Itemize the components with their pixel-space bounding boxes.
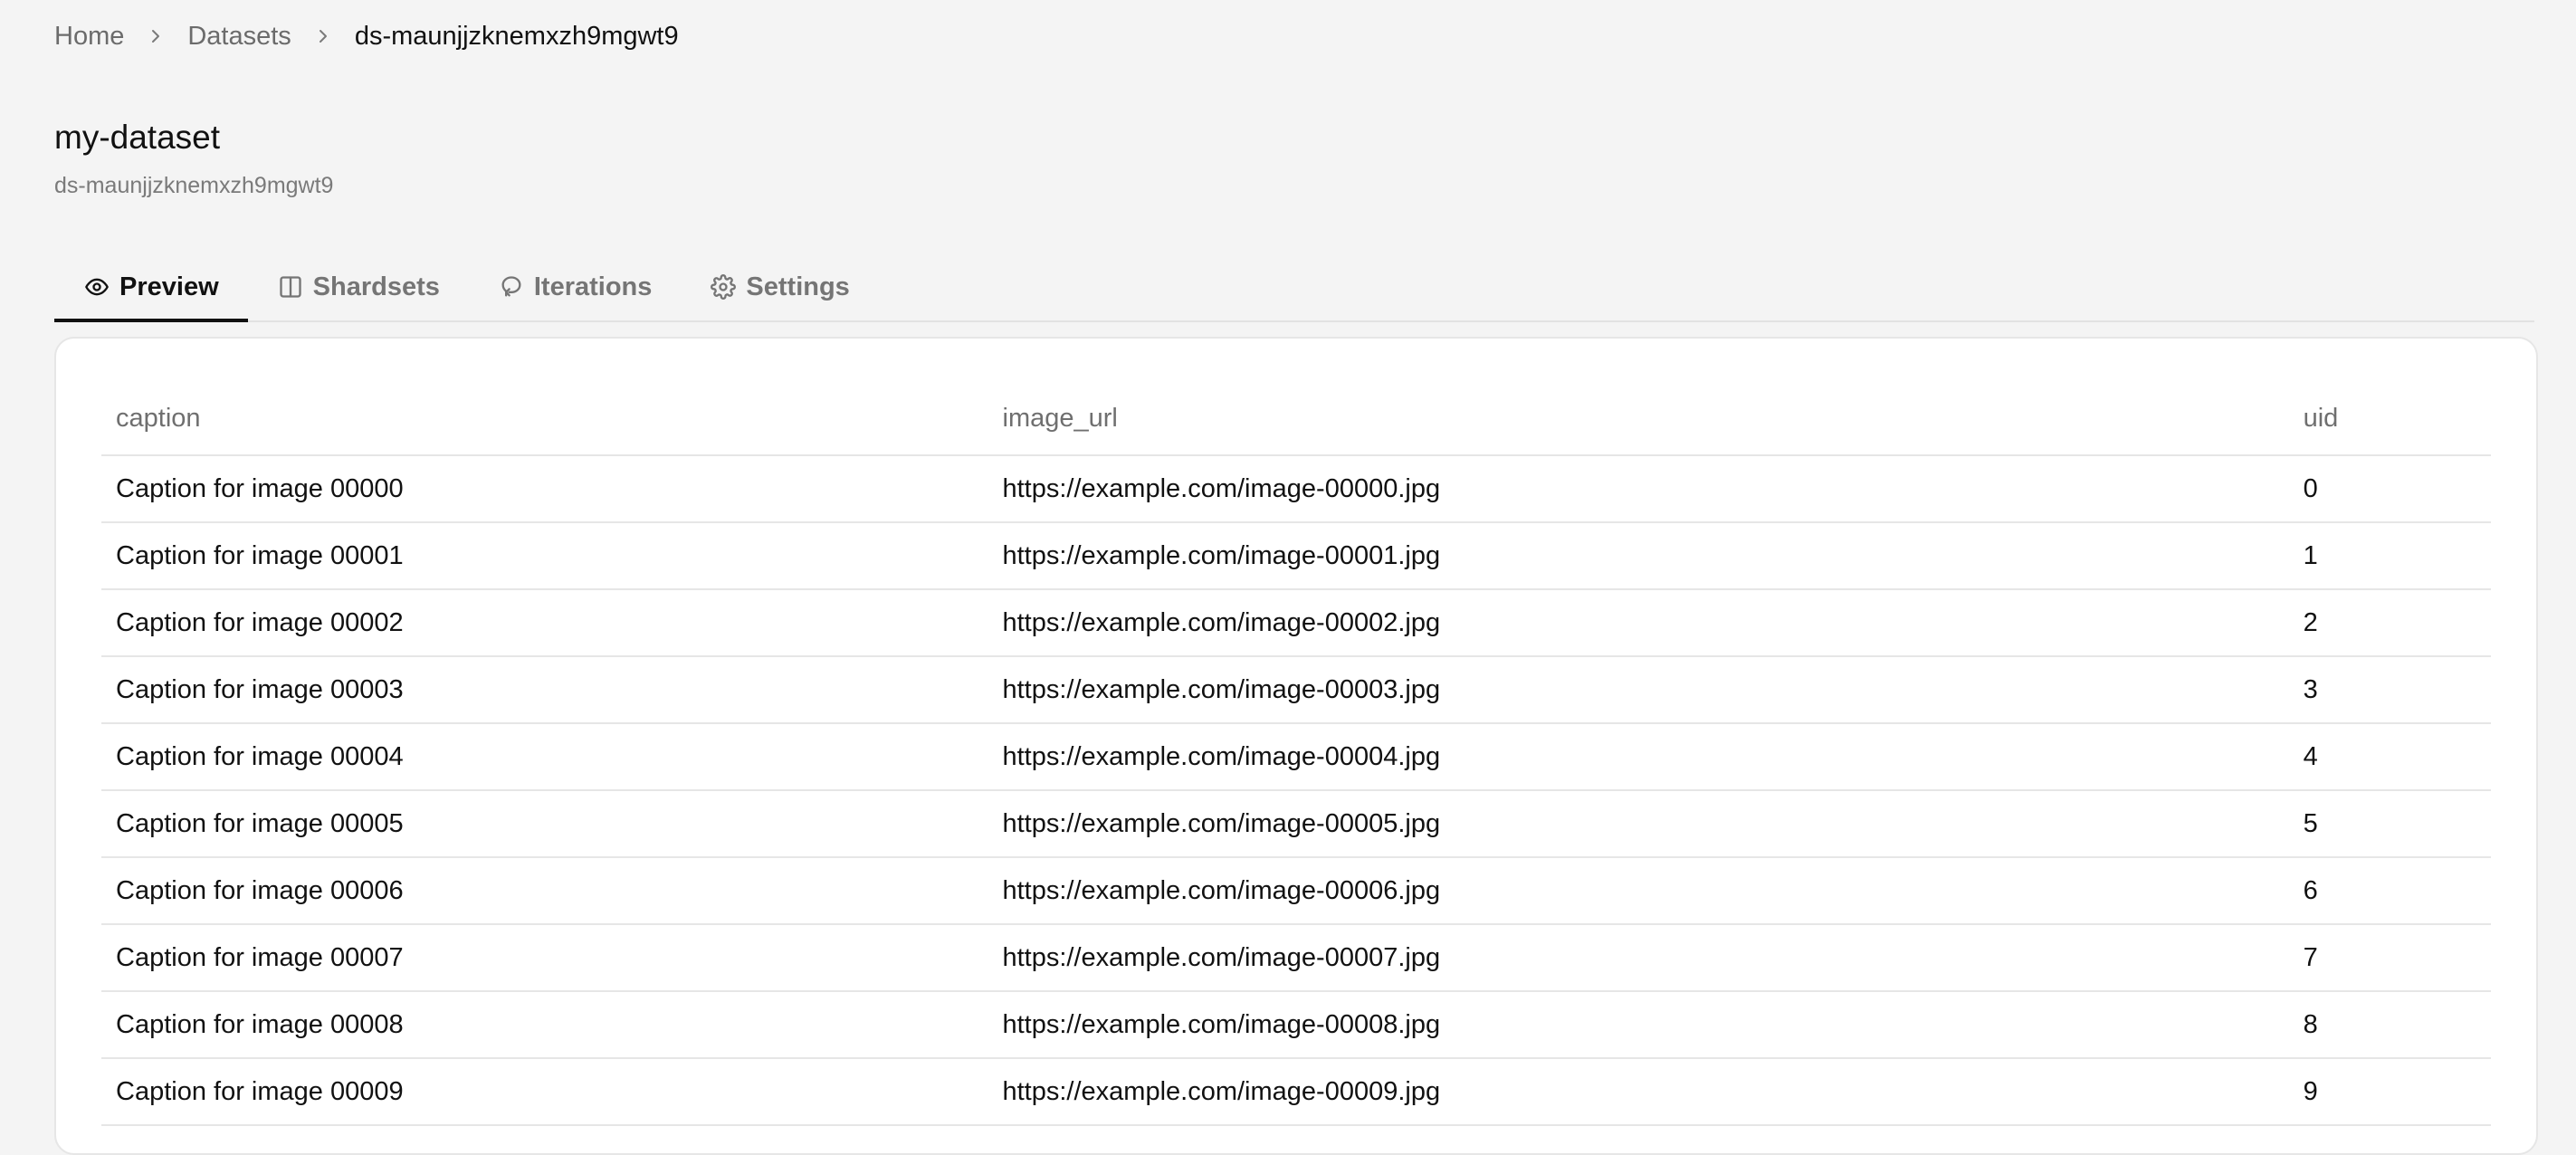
table-row: Caption for image 00003 https://example.…: [101, 656, 2491, 724]
cell-caption: Caption for image 00008: [101, 991, 988, 1059]
cell-image-url: https://example.com/image-00006.jpg: [987, 857, 2289, 925]
table-row: Caption for image 00006 https://example.…: [101, 857, 2491, 925]
table-header-row: caption image_url uid: [101, 382, 2491, 456]
tab-label: Settings: [746, 272, 850, 301]
table-row: Caption for image 00009 https://example.…: [101, 1058, 2491, 1126]
cell-caption: Caption for image 00001: [101, 522, 988, 590]
tab-label: Iterations: [533, 272, 653, 301]
cell-caption: Caption for image 00006: [101, 857, 988, 925]
cell-image-url: https://example.com/image-00007.jpg: [987, 924, 2289, 992]
chevron-right-icon: [146, 26, 166, 46]
column-header-caption: caption: [101, 382, 988, 456]
cell-image-url: https://example.com/image-00000.jpg: [987, 455, 2289, 523]
table-row: Caption for image 00007 https://example.…: [101, 924, 2491, 992]
cell-uid: 5: [2288, 790, 2491, 858]
table-row: Caption for image 00008 https://example.…: [101, 991, 2491, 1059]
preview-table: caption image_url uid Caption for image …: [101, 382, 2491, 1126]
page-title: my-dataset: [54, 119, 221, 156]
cell-uid: 0: [2288, 455, 2491, 523]
table-row: Caption for image 00002 https://example.…: [101, 589, 2491, 657]
cell-image-url: https://example.com/image-00009.jpg: [987, 1058, 2289, 1126]
column-header-uid: uid: [2288, 382, 2491, 456]
breadcrumb-current: ds-maunjjzknemxzh9mgwt9: [354, 21, 679, 51]
cell-image-url: https://example.com/image-00005.jpg: [987, 790, 2289, 858]
cell-image-url: https://example.com/image-00001.jpg: [987, 522, 2289, 590]
cell-uid: 3: [2288, 656, 2491, 724]
tab-bar: Preview Shardsets Iterations Settings: [54, 253, 2534, 322]
cell-caption: Caption for image 00003: [101, 656, 988, 724]
cell-caption: Caption for image 00007: [101, 924, 988, 992]
tab-shardsets[interactable]: Shardsets: [248, 253, 469, 320]
breadcrumb-datasets-link[interactable]: Datasets: [187, 22, 291, 52]
cell-uid: 1: [2288, 522, 2491, 590]
cell-caption: Caption for image 00002: [101, 589, 988, 657]
chevron-right-icon: [313, 26, 333, 46]
cell-uid: 6: [2288, 857, 2491, 925]
table-row: Caption for image 00004 https://example.…: [101, 723, 2491, 791]
breadcrumb-home-link[interactable]: Home: [54, 22, 124, 52]
cell-uid: 7: [2288, 924, 2491, 992]
cell-uid: 2: [2288, 589, 2491, 657]
cell-caption: Caption for image 00005: [101, 790, 988, 858]
cell-image-url: https://example.com/image-00004.jpg: [987, 723, 2289, 791]
preview-card: caption image_url uid Caption for image …: [54, 337, 2538, 1155]
cell-caption: Caption for image 00000: [101, 455, 988, 523]
cell-uid: 4: [2288, 723, 2491, 791]
eye-icon: [83, 273, 110, 301]
iterations-icon: [498, 273, 525, 301]
table-row: Caption for image 00000 https://example.…: [101, 455, 2491, 523]
cell-caption: Caption for image 00004: [101, 723, 988, 791]
breadcrumb: Home Datasets ds-maunjjzknemxzh9mgwt9: [54, 18, 679, 54]
cell-caption: Caption for image 00009: [101, 1058, 988, 1126]
cell-image-url: https://example.com/image-00008.jpg: [987, 991, 2289, 1059]
tab-label: Shardsets: [312, 272, 440, 301]
table-row: Caption for image 00005 https://example.…: [101, 790, 2491, 858]
columns-icon: [277, 273, 304, 301]
cell-uid: 8: [2288, 991, 2491, 1059]
tab-label: Preview: [119, 272, 219, 301]
table-row: Caption for image 00001 https://example.…: [101, 522, 2491, 590]
cell-uid: 9: [2288, 1058, 2491, 1126]
tab-settings[interactable]: Settings: [681, 253, 878, 320]
tab-iterations[interactable]: Iterations: [469, 253, 682, 320]
cell-image-url: https://example.com/image-00002.jpg: [987, 589, 2289, 657]
column-header-image-url: image_url: [987, 382, 2289, 456]
dataset-id: ds-maunjjzknemxzh9mgwt9: [54, 173, 334, 198]
gear-icon: [710, 273, 737, 301]
tab-preview[interactable]: Preview: [54, 253, 248, 322]
cell-image-url: https://example.com/image-00003.jpg: [987, 656, 2289, 724]
